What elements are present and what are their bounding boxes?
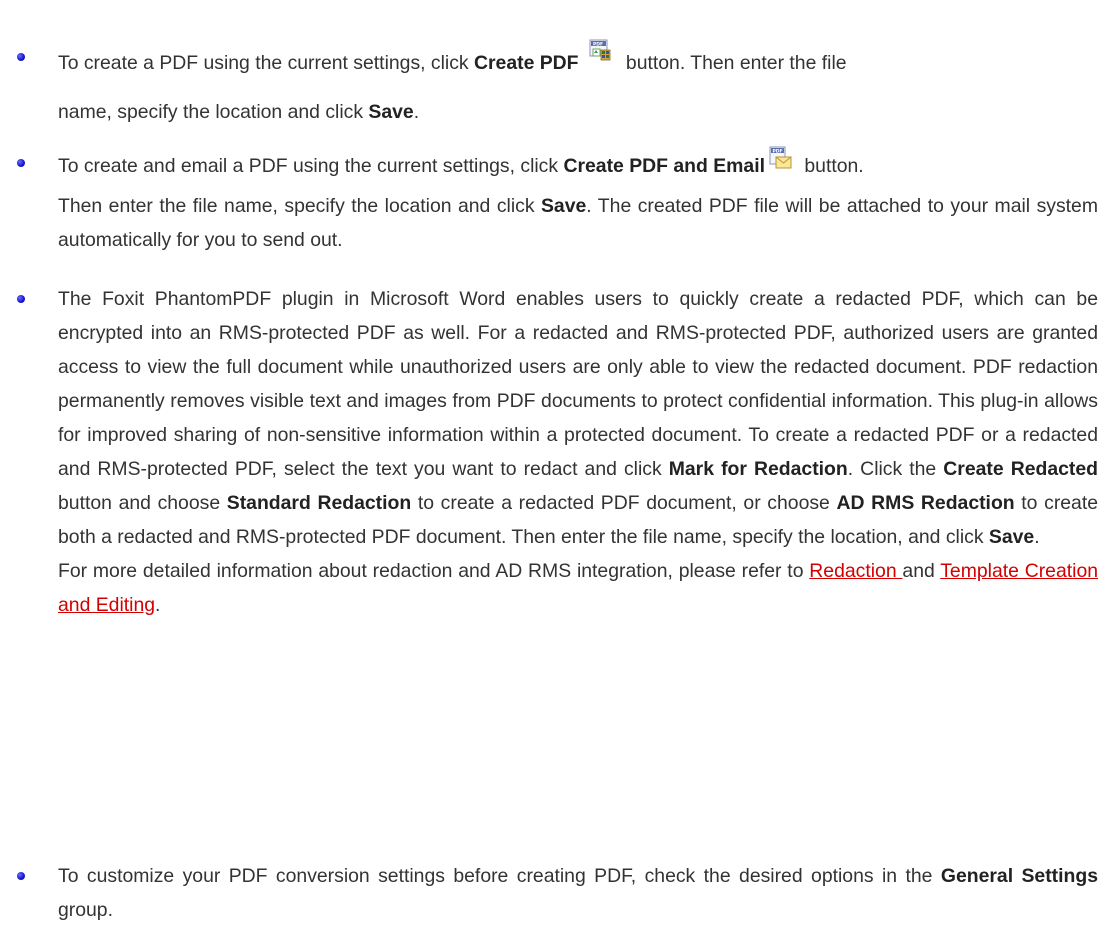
text: button. Then enter the file xyxy=(620,52,847,74)
bullet-icon xyxy=(17,872,25,880)
text: name, specify the location and click xyxy=(58,101,369,123)
paragraph-more-info: For more detailed information about reda… xyxy=(58,554,1098,622)
create-pdf-email-icon: PDF xyxy=(767,146,793,170)
text: The Foxit PhantomPDF plugin in Microsoft… xyxy=(58,288,1098,480)
mark-for-redaction-label: Mark for Redaction xyxy=(668,458,848,480)
save-label: Save xyxy=(368,101,414,123)
text: . xyxy=(155,594,161,616)
paragraph: To customize your PDF conversion setting… xyxy=(58,859,1098,927)
svg-text:PDF: PDF xyxy=(772,148,782,154)
paragraph: The Foxit PhantomPDF plugin in Microsoft… xyxy=(58,282,1098,554)
general-settings-label: General Settings xyxy=(940,865,1098,887)
text: group. xyxy=(58,899,113,921)
create-pdf-icon: PDF xyxy=(587,33,613,61)
text: . xyxy=(1034,526,1040,548)
list-item-create-pdf: To create a PDF using the current settin… xyxy=(17,33,1098,137)
paragraph: To create and email a PDF using the curr… xyxy=(58,146,1098,183)
create-pdf-label: Create PDF xyxy=(474,52,579,74)
list-item-redaction: The Foxit PhantomPDF plugin in Microsoft… xyxy=(17,282,1098,622)
text: To customize your PDF conversion setting… xyxy=(58,865,941,887)
create-pdf-email-label: Create PDF and Email xyxy=(563,155,765,177)
bullet-icon xyxy=(17,159,25,167)
text: button and choose xyxy=(58,492,227,514)
svg-text:PDF: PDF xyxy=(593,41,603,47)
text: to create a redacted PDF document, or ch… xyxy=(411,492,837,514)
paragraph: Then enter the file name, specify the lo… xyxy=(58,189,1098,257)
standard-redaction-label: Standard Redaction xyxy=(226,492,412,514)
text: For more detailed information about reda… xyxy=(58,560,810,582)
text: . xyxy=(413,101,420,123)
redaction-link[interactable]: Redaction xyxy=(809,560,902,582)
ad-rms-redaction-label: AD RMS Redaction xyxy=(836,492,1015,514)
text: button. xyxy=(798,155,864,177)
create-redacted-label: Create Redacted xyxy=(943,458,1098,480)
text: To create a PDF using the current settin… xyxy=(58,52,474,74)
bullet-icon xyxy=(17,295,25,303)
text: To create and email a PDF using the curr… xyxy=(58,155,564,177)
text: . Click the xyxy=(847,458,944,480)
save-label: Save xyxy=(541,195,587,217)
save-label: Save xyxy=(988,526,1035,548)
list-item-general-settings: To customize your PDF conversion setting… xyxy=(17,859,1098,927)
paragraph: To create a PDF using the current settin… xyxy=(58,33,1098,137)
list-item-create-pdf-email: To create and email a PDF using the curr… xyxy=(17,146,1098,257)
text: and xyxy=(902,560,941,582)
text: Then enter the file name, specify the lo… xyxy=(58,195,541,217)
bullet-icon xyxy=(17,53,25,61)
